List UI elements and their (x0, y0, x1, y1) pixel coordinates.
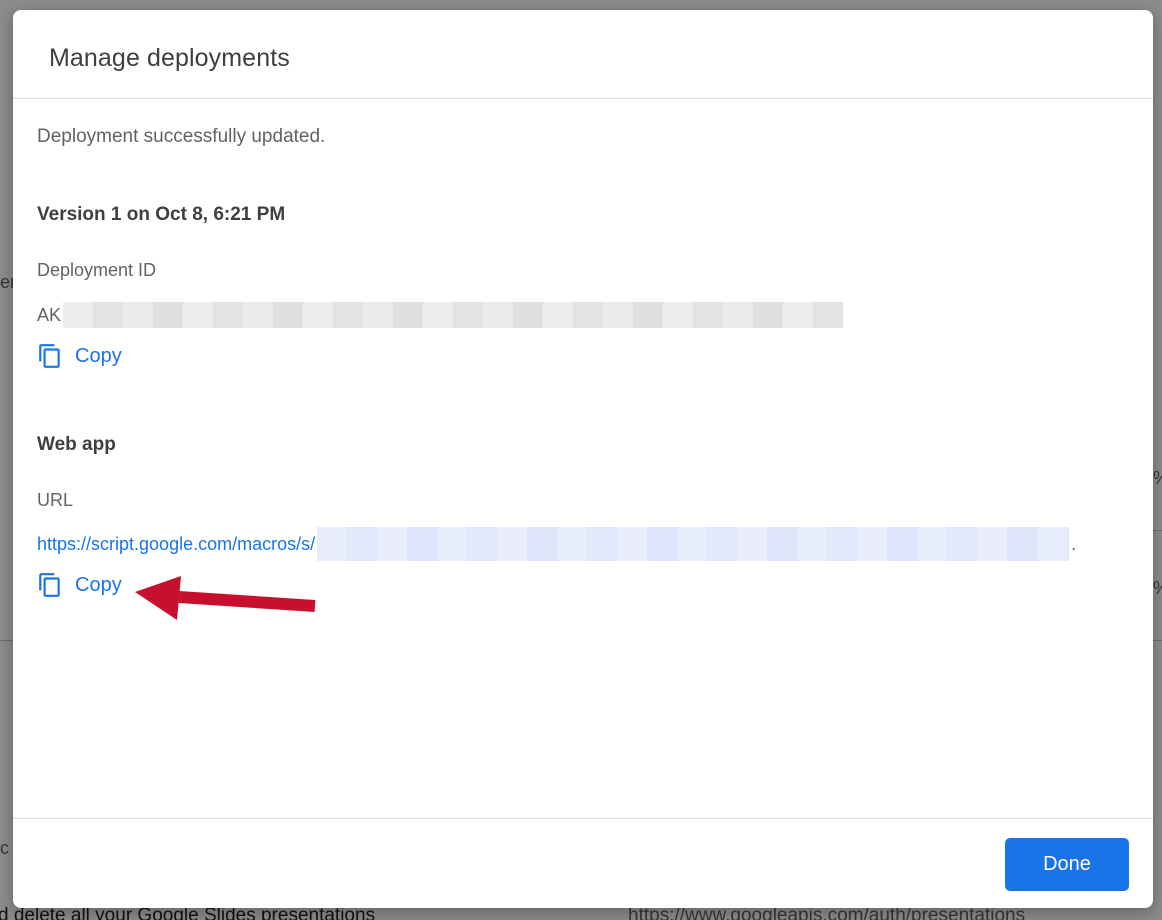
deployment-id-label: Deployment ID (37, 260, 157, 280)
copy-icon (37, 571, 63, 599)
manage-deployments-dialog: Manage deployments Deployment successful… (13, 10, 1153, 908)
copy-url-button[interactable]: Copy (37, 570, 122, 600)
version-heading: Version 1 on Oct 8, 6:21 PM (37, 204, 286, 225)
url-suffix: . (1071, 533, 1077, 554)
status-message: Deployment successfully updated. (37, 126, 326, 147)
web-app-url-link[interactable]: https://script.google.com/macros/s/ (37, 534, 315, 555)
redacted-deployment-id (63, 302, 844, 328)
copy-button-label: Copy (75, 344, 122, 367)
annotation-arrow-icon (135, 576, 316, 620)
dialog-header: Manage deployments (13, 10, 1153, 99)
redacted-url (317, 527, 1070, 561)
dialog-footer: Done (13, 818, 1153, 908)
copy-button-label: Copy (75, 573, 122, 596)
copy-deployment-id-button[interactable]: Copy (37, 341, 122, 371)
deployment-id-prefix: AK (37, 304, 62, 325)
done-button[interactable]: Done (1005, 838, 1129, 891)
web-app-url[interactable]: https://script.google.com/macros/s/ . (37, 527, 1076, 561)
web-app-heading: Web app (37, 434, 116, 455)
dialog-title: Manage deployments (49, 44, 290, 72)
copy-icon (37, 342, 63, 370)
url-label: URL (37, 490, 74, 510)
deployment-id-value[interactable]: AK (37, 302, 844, 328)
